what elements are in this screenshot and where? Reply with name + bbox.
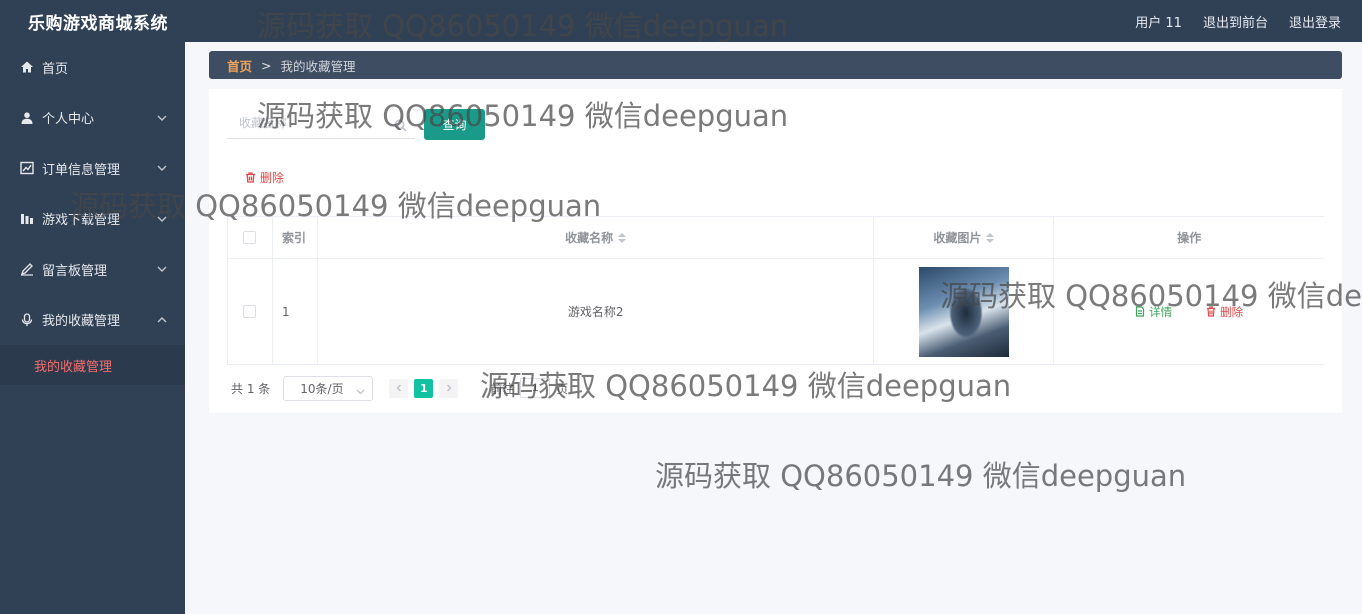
column-header-index: 索引 — [281, 231, 306, 245]
page-number-current[interactable]: 1 — [414, 378, 434, 398]
chevron-down-icon — [356, 385, 365, 394]
trash-icon — [246, 172, 255, 183]
pagination-total: 共 1 条 — [231, 381, 271, 396]
sidebar-item-label: 首页 — [42, 61, 69, 77]
chart-icon — [20, 161, 34, 175]
search-input[interactable] — [227, 109, 387, 137]
next-page-button[interactable] — [439, 378, 459, 398]
search-icon — [394, 117, 407, 132]
sidebar-item-label: 订单信息管理 — [42, 162, 121, 178]
sidebar-item-home[interactable]: 首页 — [0, 42, 185, 93]
breadcrumb-separator: > — [261, 57, 272, 73]
breadcrumb-home[interactable]: 首页 — [227, 56, 252, 75]
sidebar-item-favorites[interactable]: 我的收藏管理 — [0, 295, 185, 346]
document-icon — [1136, 306, 1145, 317]
chevron-down-icon — [157, 162, 167, 172]
goto-page-input[interactable] — [520, 378, 551, 398]
sidebar-item-label: 留言板管理 — [42, 263, 108, 279]
prev-page-button[interactable] — [389, 378, 409, 398]
header-actions: 用户 11 退出到前台 退出登录 — [1135, 0, 1362, 42]
breadcrumb-current: 我的收藏管理 — [280, 58, 356, 74]
content-panel: 查询 删除 索引 收藏名称 收藏图片 操作 1 — [209, 89, 1342, 413]
page-size-value: 10条/页 — [300, 381, 344, 396]
column-header-label: 收藏图片 — [933, 231, 982, 245]
row-checkbox[interactable] — [243, 305, 257, 318]
column-header-actions: 操作 — [1177, 231, 1202, 245]
search-field — [227, 109, 415, 139]
goto-page: 前往 页 — [490, 378, 568, 398]
detail-button[interactable]: 详情 — [1135, 304, 1172, 320]
goto-prefix: 前往 — [490, 381, 515, 396]
home-icon — [20, 60, 34, 74]
favorite-image[interactable] — [918, 266, 1009, 357]
page-size-select[interactable]: 10条/页 — [283, 375, 374, 401]
row-delete-button[interactable]: 删除 — [1206, 304, 1243, 320]
chevron-right-icon — [446, 384, 452, 392]
chevron-left-icon — [396, 384, 401, 392]
goto-suffix: 页 — [556, 381, 569, 396]
sort-icon[interactable] — [618, 232, 627, 243]
row-index: 1 — [281, 304, 290, 319]
batch-delete-label: 删除 — [260, 171, 285, 185]
pagination: 共 1 条 10条/页 1 前往 页 — [231, 375, 568, 401]
back-to-frontend-link[interactable]: 退出到前台 — [1203, 12, 1268, 31]
select-all-checkbox[interactable] — [243, 231, 257, 244]
sidebar-item-orders[interactable]: 订单信息管理 — [0, 143, 185, 194]
detail-label: 详情 — [1149, 304, 1173, 319]
sidebar: 首页 个人中心 订单信息管理 游戏下载管理 留言板管理 我的收藏管理 我的收藏管… — [0, 42, 185, 614]
sidebar-item-game-downloads[interactable]: 游戏下载管理 — [0, 194, 185, 245]
column-header-label: 收藏名称 — [565, 231, 614, 245]
user-menu[interactable]: 用户 11 — [1135, 12, 1182, 31]
sidebar-subitem-favorites[interactable]: 我的收藏管理 — [0, 345, 185, 385]
favorites-table: 索引 收藏名称 收藏图片 操作 1 游戏名称2 详情 删除 — [227, 216, 1324, 365]
column-header-name[interactable]: 收藏名称 — [318, 217, 875, 258]
chevron-down-icon — [157, 112, 167, 122]
chevron-down-icon — [157, 263, 167, 273]
chevron-down-icon — [157, 213, 167, 223]
user-icon — [20, 111, 34, 125]
bars-icon — [20, 212, 34, 226]
sidebar-item-label: 个人中心 — [42, 112, 95, 128]
mic-icon — [20, 313, 34, 327]
top-header: 乐购游戏商城系统 用户 11 退出到前台 退出登录 — [0, 0, 1362, 42]
main-content: 首页 > 我的收藏管理 查询 删除 索引 收藏名称 收藏图 — [185, 42, 1362, 614]
row-favorite-name: 游戏名称2 — [567, 305, 624, 319]
sidebar-item-label: 游戏下载管理 — [42, 213, 121, 229]
table-header: 索引 收藏名称 收藏图片 操作 — [227, 217, 1324, 259]
chevron-up-icon — [157, 314, 167, 324]
batch-delete-button[interactable]: 删除 — [245, 169, 284, 186]
query-button[interactable]: 查询 — [424, 109, 485, 140]
sort-icon[interactable] — [986, 232, 995, 243]
sidebar-item-personal-center[interactable]: 个人中心 — [0, 93, 185, 144]
delete-label: 删除 — [1220, 304, 1244, 319]
table-row: 1 游戏名称2 详情 删除 — [227, 259, 1324, 365]
breadcrumb: 首页 > 我的收藏管理 — [209, 51, 1342, 79]
trash-icon — [1207, 306, 1216, 317]
sidebar-item-message-board[interactable]: 留言板管理 — [0, 244, 185, 295]
logout-link[interactable]: 退出登录 — [1289, 12, 1341, 31]
sidebar-item-label: 我的收藏管理 — [42, 314, 121, 330]
app-title: 乐购游戏商城系统 — [28, 14, 168, 34]
edit-icon — [20, 262, 34, 276]
column-header-image[interactable]: 收藏图片 — [874, 217, 1055, 258]
